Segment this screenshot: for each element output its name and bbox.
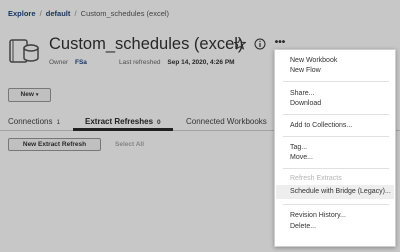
menu-item-delete[interactable]: Delete... [290,223,316,230]
menu-item-schedule-with-bridge[interactable]: Schedule with Bridge (Legacy)... [290,188,391,195]
menu-item-add-to-collections[interactable]: Add to Collections... [290,122,352,129]
menu-divider [283,114,389,115]
menu-item-download[interactable]: Download [290,100,321,107]
menu-item-tag[interactable]: Tag... [290,144,307,151]
menu-item-share[interactable]: Share... [290,90,315,97]
menu-divider [283,136,389,137]
menu-divider [283,168,389,169]
menu-item-move[interactable]: Move... [290,154,313,161]
menu-divider [283,81,389,82]
menu-item-new-workbook[interactable]: New Workbook [290,57,337,64]
menu-divider [283,204,389,205]
more-actions-menu: New Workbook New Flow Share... Download … [274,49,396,247]
menu-item-refresh-extracts: Refresh Extracts [290,175,342,182]
menu-item-revision-history[interactable]: Revision History... [290,212,346,219]
menu-item-new-flow[interactable]: New Flow [290,67,321,74]
